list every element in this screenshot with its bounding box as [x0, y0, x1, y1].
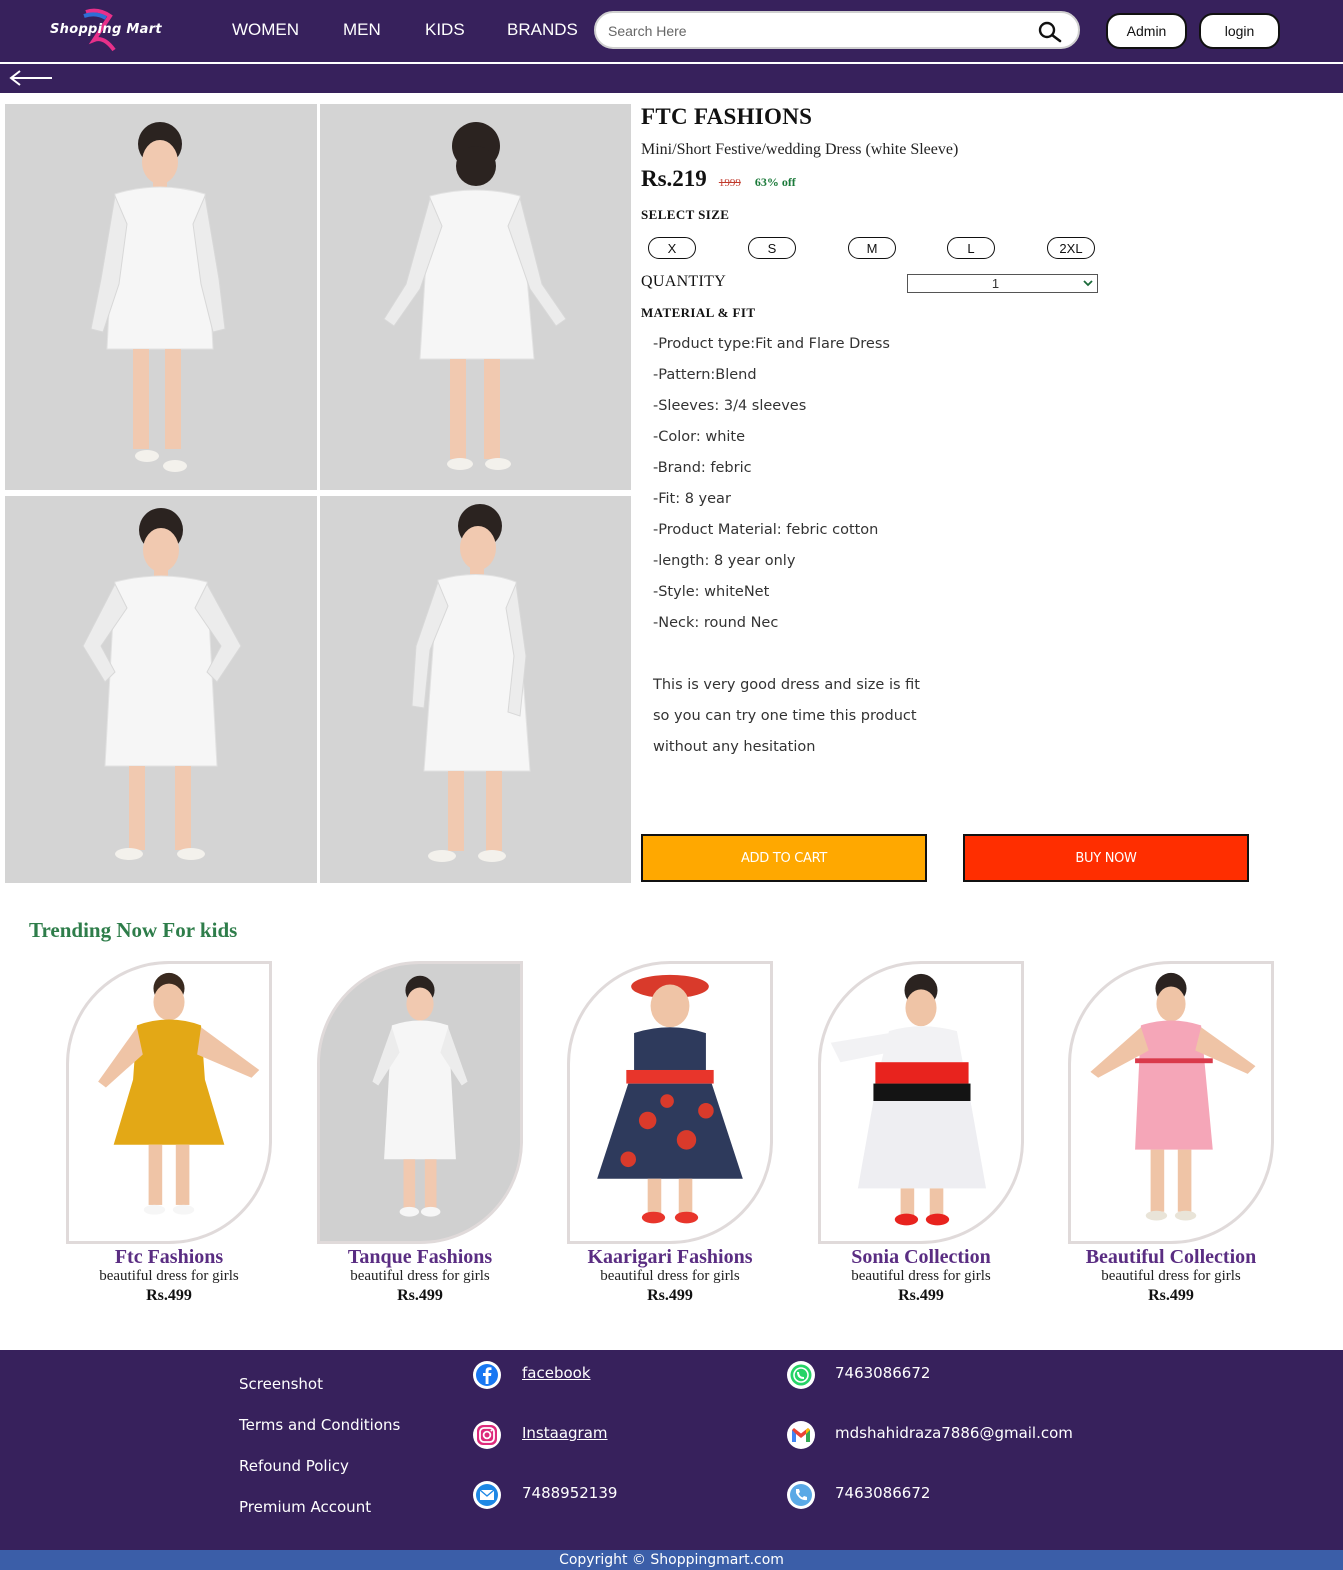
trending-card-image[interactable] [317, 961, 523, 1244]
logo[interactable]: Shopping Mart [46, 6, 170, 56]
size-l-button[interactable]: L [947, 237, 995, 259]
search-icon[interactable] [1038, 21, 1062, 43]
spec-item: -Fit: 8 year [653, 491, 731, 507]
spec-item: -Product Material: febric cotton [653, 522, 879, 538]
facebook-icon[interactable] [472, 1360, 502, 1390]
trending-card-name[interactable]: Tanque Fashions [300, 1246, 540, 1269]
size-s-button[interactable]: S [748, 237, 796, 259]
back-arrow-icon[interactable] [8, 68, 54, 88]
whatsapp-icon [787, 1361, 815, 1389]
chevron-down-icon [1083, 280, 1093, 287]
product-image-front[interactable] [5, 104, 317, 490]
nav-women[interactable]: WOMEN [232, 20, 299, 40]
trending-card-price: Rs.499 [1148, 1287, 1194, 1304]
description-line: so you can try one time this product [653, 708, 917, 724]
footer-link-terms[interactable]: Terms and Conditions [239, 1416, 400, 1434]
trending-card-price: Rs.499 [647, 1287, 693, 1304]
product-image-pose[interactable] [5, 496, 317, 883]
quantity-label: QUANTITY [641, 273, 727, 290]
white-dress-image [320, 965, 520, 1240]
size-x-button[interactable]: X [648, 237, 696, 259]
buy-now-button[interactable]: BUY NOW [963, 834, 1249, 882]
nav-kids[interactable]: KIDS [425, 20, 465, 40]
footer-link-refund[interactable]: Refound Policy [239, 1457, 349, 1475]
trending-card-desc: beautiful dress for girls [1101, 1268, 1241, 1284]
gmail-icon [787, 1421, 815, 1449]
footer-link-screenshot[interactable]: Screenshot [239, 1375, 323, 1393]
trending-card-price: Rs.499 [146, 1287, 192, 1304]
dress-pose-image [82, 508, 242, 860]
dress-side-image [411, 504, 531, 862]
product-image-back[interactable] [320, 104, 631, 490]
trending-card-name[interactable]: Beautiful Collection [1051, 1246, 1291, 1269]
spec-item: -Brand: febric [653, 460, 752, 476]
copyright-bar: Copyright © Shoppingmart.com [0, 1550, 1343, 1570]
login-button[interactable]: login [1199, 13, 1280, 49]
trending-card-desc: beautiful dress for girls [350, 1268, 490, 1284]
spec-item: -Sleeves: 3/4 sleeves [653, 398, 807, 414]
footer: Screenshot Terms and Conditions Refound … [0, 1350, 1343, 1550]
trending-card-desc: beautiful dress for girls [600, 1268, 740, 1284]
material-fit-label: MATERIAL & FIT [641, 305, 756, 320]
dress-back-image [383, 122, 567, 470]
size-2xl-button[interactable]: 2XL [1047, 237, 1095, 259]
trending-card-name[interactable]: Kaarigari Fashions [550, 1246, 790, 1269]
yellow-dress-image [98, 972, 260, 1215]
trending-card-name[interactable]: Sonia Collection [801, 1246, 1041, 1269]
admin-button[interactable]: Admin [1106, 13, 1187, 49]
trending-card-image[interactable] [818, 961, 1024, 1244]
logo-text: Shopping Mart [50, 22, 162, 37]
instagram-icon[interactable] [472, 1420, 502, 1450]
trending-card-price: Rs.499 [397, 1287, 443, 1304]
product-price: Rs.219 [641, 166, 707, 191]
mail-icon [473, 1481, 501, 1509]
nav-brands[interactable]: BRANDS [507, 20, 578, 40]
trending-card-desc: beautiful dress for girls [99, 1268, 239, 1284]
description-line: This is very good dress and size is fit [653, 677, 920, 693]
search-bar [594, 11, 1080, 49]
select-size-label: SELECT SIZE [641, 207, 730, 222]
phone-icon [787, 1481, 815, 1509]
trending-card-image[interactable] [1068, 961, 1274, 1244]
spec-item: -Color: white [653, 429, 746, 445]
product-discount: 63% off [754, 175, 796, 189]
mail-phone-text: 7488952139 [522, 1484, 618, 1502]
search-input[interactable] [608, 20, 1028, 42]
size-m-button[interactable]: M [848, 237, 896, 259]
gmail-address: mdshahidraza7886@gmail.com [835, 1424, 1073, 1442]
spec-item: -length: 8 year only [653, 553, 796, 569]
nav-men[interactable]: MEN [343, 20, 381, 40]
product-mrp: 1999 [718, 177, 741, 189]
trending-card-name[interactable]: Ftc Fashions [49, 1246, 289, 1269]
quantity-value: 1 [991, 276, 1000, 291]
phone-number: 7463086672 [835, 1484, 931, 1502]
add-to-cart-button[interactable]: ADD TO CART [641, 834, 927, 882]
spec-item: -Style: whiteNet [653, 584, 770, 600]
spec-item: -Pattern:Blend [653, 367, 757, 383]
trending-card-desc: beautiful dress for girls [851, 1268, 991, 1284]
spec-item: -Neck: round Nec [653, 615, 779, 631]
pink-dress-image [1090, 972, 1256, 1221]
trending-card-price: Rs.499 [898, 1287, 944, 1304]
spec-item: -Product type:Fit and Flare Dress [653, 336, 890, 352]
printed-dress-image [597, 974, 743, 1224]
facebook-link[interactable]: facebook [522, 1364, 591, 1382]
price-row: Rs.219 1999 63% off [641, 166, 796, 192]
white-red-dress-image [830, 973, 987, 1226]
instagram-link[interactable]: Instaagram [522, 1424, 608, 1442]
header-bar: Shopping Mart WOMEN MEN KIDS BRANDS Admi… [0, 0, 1343, 62]
trending-card-image[interactable] [66, 961, 272, 1244]
product-name: Mini/Short Festive/wedding Dress (white … [641, 141, 959, 158]
trending-title: Trending Now For kids [29, 918, 238, 942]
footer-link-premium[interactable]: Premium Account [239, 1498, 371, 1516]
sub-bar [0, 64, 1343, 93]
dress-front-image [90, 122, 226, 472]
product-brand: FTC FASHIONS [641, 104, 813, 129]
quantity-select[interactable]: 1 [907, 274, 1098, 293]
product-image-side[interactable] [320, 496, 631, 883]
trending-card-image[interactable] [567, 961, 773, 1244]
description-line: without any hesitation [653, 739, 816, 755]
whatsapp-number: 7463086672 [835, 1364, 931, 1382]
